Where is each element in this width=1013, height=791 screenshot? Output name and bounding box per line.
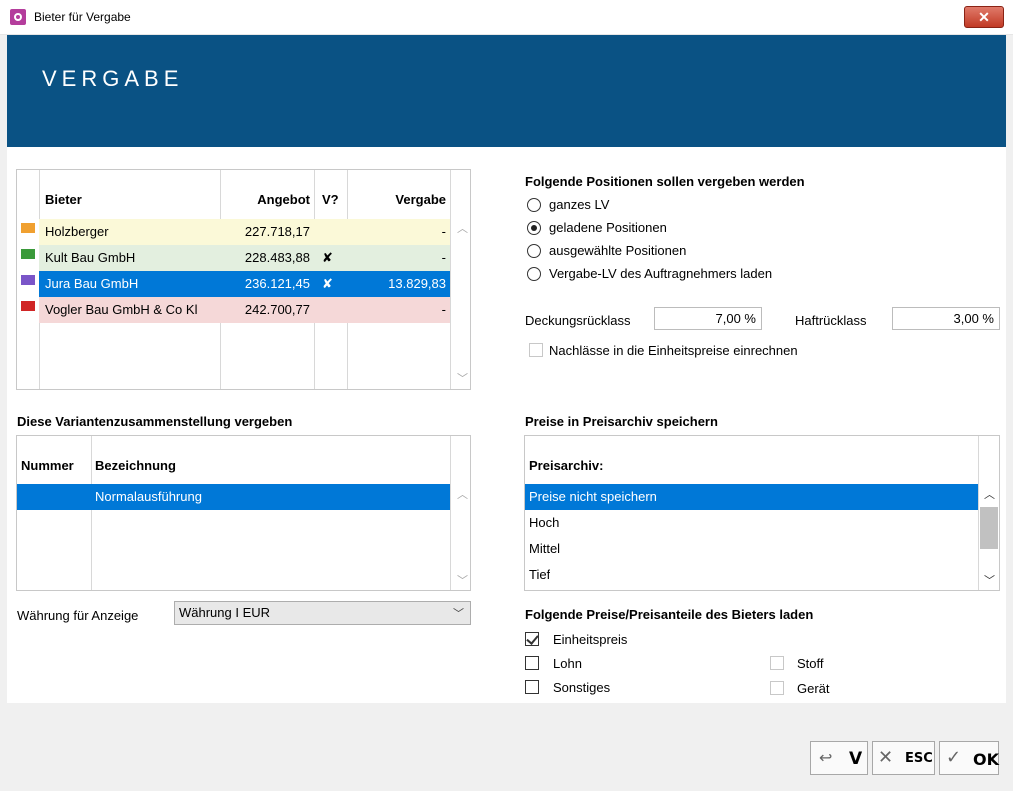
lohn-label: Lohn <box>553 656 582 671</box>
sonstiges-checkbox[interactable] <box>525 680 539 694</box>
esc-button-label: ESC <box>905 751 933 766</box>
bidder-color-swatch <box>21 301 35 311</box>
geraet-label: Gerät <box>797 681 830 696</box>
bidder-name: Holzberger <box>45 224 109 239</box>
bidder-angebot: 227.718,17 <box>244 224 310 239</box>
position-option-label: ausgewählte Positionen <box>549 243 687 258</box>
stoff-label: Stoff <box>797 656 824 671</box>
bidder-vergabe: - <box>441 302 446 317</box>
variant-row[interactable]: Normalausführung <box>17 484 450 510</box>
deckung-input[interactable]: 7,00 % <box>654 307 762 330</box>
einheitspreis-checkbox[interactable] <box>525 632 539 646</box>
close-button[interactable]: ✕ <box>964 6 1004 28</box>
bidder-v: ✘ <box>322 250 333 265</box>
back-button[interactable]: ↩ V <box>810 741 868 775</box>
archive-item[interactable]: Mittel <box>525 536 978 562</box>
haft-label: Haftrücklass <box>795 313 867 328</box>
sonstiges-label: Sonstiges <box>553 680 611 695</box>
bidder-v: ✘ <box>322 276 333 291</box>
check-icon: ✓ <box>946 747 962 768</box>
currency-select[interactable]: Währung I EUR ﹀ <box>174 601 471 625</box>
archive-item-label: Mittel <box>529 541 561 556</box>
title-bar: Bieter für Vergabe ✕ <box>0 0 1013 35</box>
bidder-color-swatch <box>21 249 35 259</box>
bidder-angebot: 242.700,77 <box>244 302 310 317</box>
scrollbar-thumb[interactable] <box>980 507 998 549</box>
currency-label: Währung für Anzeige <box>17 608 139 623</box>
chevron-down-icon: ﹀ <box>453 608 464 620</box>
scroll-down-icon[interactable]: ﹀ <box>457 572 468 588</box>
bidder-name: Kult Bau GmbH <box>45 250 136 265</box>
archive-list: Preisarchiv: Preise nicht speichern Hoch M… <box>524 435 1000 591</box>
haft-input[interactable]: 3,00 % <box>892 307 1000 330</box>
bidders-table: Bieter Angebot V? Vergabe Holzberger 227.… <box>16 169 471 390</box>
col-bezeichnung[interactable]: Bezeichnung <box>95 458 176 473</box>
bidder-angebot: 228.483,88 <box>244 250 310 265</box>
col-preisarchiv: Preisarchiv: <box>529 458 604 473</box>
nachlass-checkbox[interactable] <box>529 343 543 357</box>
ok-button[interactable]: ✓ OK <box>939 741 999 775</box>
page-header: VERGABE <box>7 35 1006 147</box>
bidder-color-swatch <box>21 223 35 233</box>
position-radio[interactable] <box>527 221 541 235</box>
position-option-label: Vergabe-LV des Auftragnehmers laden <box>549 266 773 281</box>
bidder-vergabe: - <box>441 250 446 265</box>
window-title: Bieter für Vergabe <box>34 10 131 24</box>
esc-button[interactable]: ✕ ESC <box>872 741 935 775</box>
bidder-vergabe: 13.829,83 <box>388 276 446 291</box>
col-bieter[interactable]: Bieter <box>45 192 82 207</box>
geraet-checkbox[interactable] <box>770 681 784 695</box>
col-nummer[interactable]: Nummer <box>21 458 74 473</box>
position-option-label: ganzes LV <box>549 197 610 212</box>
scroll-down-icon[interactable]: ﹀ <box>984 572 995 588</box>
variants-heading: Diese Variantenzusammenstellung vergeben <box>17 414 293 429</box>
scroll-up-icon[interactable]: ︿ <box>457 486 468 502</box>
lohn-checkbox[interactable] <box>525 656 539 670</box>
scroll-up-icon[interactable]: ︿ <box>457 220 468 236</box>
close-icon: ✕ <box>878 747 894 768</box>
position-radio[interactable] <box>527 244 541 258</box>
scroll-up-icon[interactable]: ︿ <box>984 486 995 502</box>
bidder-name: Jura Bau GmbH <box>45 276 139 291</box>
variant-bezeichnung: Normalausführung <box>95 489 202 504</box>
einheitspreis-label: Einheitspreis <box>553 632 628 647</box>
positions-heading: Folgende Positionen sollen vergeben werd… <box>525 174 805 189</box>
window-frame-right <box>1006 35 1013 791</box>
nachlass-label: Nachlässe in die Einheitspreise einrechn… <box>549 343 798 358</box>
page-title: VERGABE <box>42 66 184 91</box>
position-radio[interactable] <box>527 267 541 281</box>
ok-button-label: OK <box>973 750 999 769</box>
bidder-angebot: 236.121,45 <box>244 276 310 291</box>
bidder-color-swatch <box>21 275 35 285</box>
archive-item-label: Preise nicht speichern <box>529 489 657 504</box>
variants-table: Nummer Bezeichnung Normalausführung ︿ ﹀ <box>16 435 471 591</box>
archive-item[interactable]: Tief <box>525 562 978 588</box>
stoff-checkbox[interactable] <box>770 656 784 670</box>
position-radio[interactable] <box>527 198 541 212</box>
back-arrow-icon: ↩ <box>819 748 833 767</box>
position-option-label: geladene Positionen <box>549 220 667 235</box>
bidder-name: Vogler Bau GmbH & Co Kl <box>45 302 198 317</box>
archive-item[interactable]: Hoch <box>525 510 978 536</box>
archive-heading: Preise in Preisarchiv speichern <box>525 414 718 429</box>
archive-item-label: Hoch <box>529 515 560 530</box>
app-icon <box>10 9 26 25</box>
price-parts-heading: Folgende Preise/Preisanteile des Bieters… <box>525 607 814 622</box>
archive-item-label: Tief <box>529 567 551 582</box>
window-frame-left <box>0 35 7 791</box>
deckung-label: Deckungsrücklass <box>525 313 631 328</box>
currency-value: Währung I EUR <box>179 605 271 620</box>
scroll-down-icon[interactable]: ﹀ <box>457 370 468 386</box>
col-v[interactable]: V? <box>322 192 339 207</box>
back-button-label: V <box>849 749 863 769</box>
archive-item[interactable]: Preise nicht speichern <box>525 484 978 510</box>
bidder-vergabe: - <box>441 224 446 239</box>
col-angebot[interactable]: Angebot <box>222 192 310 207</box>
col-vergabe[interactable]: Vergabe <box>350 192 446 207</box>
